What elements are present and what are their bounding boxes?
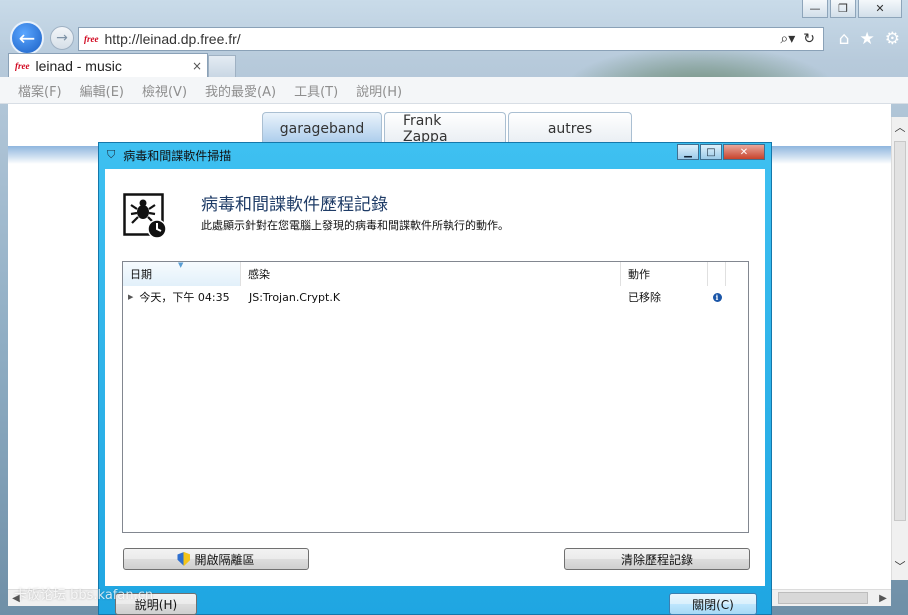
column-filler — [726, 262, 748, 286]
site-tab-autres[interactable]: autres — [508, 112, 632, 144]
page-description: 此處顯示針對在您電腦上發現的病毒和間諜軟件所執行的動作。 — [201, 219, 509, 232]
open-quarantine-label: 開啟隔離區 — [194, 552, 255, 567]
site-tab-frank-zappa[interactable]: Frank Zappa — [384, 112, 506, 145]
address-bar[interactable]: free http://leinad.dp.free.fr/ ⌕▾ ↻ — [78, 27, 824, 51]
chevron-down-icon[interactable]: ﹀ — [892, 558, 908, 574]
chevron-left-icon[interactable]: ◀ — [8, 590, 24, 606]
cell-action: 已移除 — [628, 291, 661, 304]
site-tabs: garageband Frank Zappa autres — [262, 112, 632, 145]
menu-tools[interactable]: 工具(T) — [294, 81, 338, 100]
menu-help[interactable]: 說明(H) — [356, 81, 402, 100]
browser-toolbar-icons: ⌂ ★ ⚙ — [839, 29, 900, 49]
site-favicon: free — [84, 34, 99, 44]
menu-favorites[interactable]: 我的最愛(A) — [205, 81, 276, 100]
dialog-title: 病毒和間諜軟件掃描 — [123, 148, 232, 163]
site-tab-garageband[interactable]: garageband — [262, 112, 382, 144]
browser-tab[interactable]: free leinad - music × — [8, 53, 208, 77]
column-info — [708, 262, 726, 286]
cell-date-text: 今天，下午 04:35 — [139, 291, 230, 304]
expand-arrow-icon[interactable]: ▶ — [128, 293, 133, 301]
column-date-label: 日期 — [130, 268, 152, 281]
sort-arrow-icon: ▼ — [178, 261, 184, 269]
arrow-left-icon: ← — [18, 26, 36, 50]
open-quarantine-button[interactable]: 開啟隔離區 — [123, 548, 309, 570]
forward-button[interactable]: → — [50, 26, 74, 50]
search-icon[interactable]: ⌕▾ — [780, 31, 795, 47]
column-date[interactable]: ▼ 日期 — [123, 261, 241, 286]
page-title: 病毒和間諜軟件歷程記錄 — [201, 195, 388, 215]
virus-scan-dialog: ⛉ 病毒和間諜軟件掃描 ▁ □ ✕ 病毒和間諜軟件歷程記錄 此處顯示針對在您電腦… — [98, 142, 772, 615]
menu-edit[interactable]: 編輯(E) — [80, 81, 124, 100]
cell-date: ▶ 今天，下午 04:35 — [123, 287, 241, 307]
history-table: ▼ 日期 感染 動作 ▶ 今天，下午 04:35 JS:Trojan.Crypt… — [122, 261, 749, 533]
dialog-minimize-button[interactable]: ▁ — [677, 144, 699, 160]
refresh-icon[interactable]: ↻ — [803, 31, 815, 47]
dialog-titlebar: ⛉ 病毒和間諜軟件掃描 — [107, 145, 231, 165]
chevron-up-icon[interactable]: ︿ — [892, 119, 908, 135]
menu-view[interactable]: 檢視(V) — [142, 81, 187, 100]
column-action-label: 動作 — [628, 268, 650, 281]
table-row[interactable]: ▶ 今天，下午 04:35 JS:Trojan.Crypt.K 已移除 i — [123, 287, 748, 307]
new-tab-button[interactable] — [208, 55, 236, 77]
menu-file[interactable]: 檔案(F) — [18, 81, 62, 100]
dialog-maximize-button[interactable]: □ — [700, 144, 722, 160]
help-button[interactable]: 說明(H) — [115, 593, 197, 615]
uac-shield-icon — [177, 552, 191, 566]
shield-icon: ⛉ — [107, 148, 116, 161]
url-text[interactable]: http://leinad.dp.free.fr/ — [105, 31, 781, 47]
virus-history-icon — [123, 193, 167, 239]
chevron-right-icon[interactable]: ▶ — [875, 590, 891, 606]
menu-bar: 檔案(F) 編輯(E) 檢視(V) 我的最愛(A) 工具(T) 說明(H) — [0, 77, 908, 104]
close-button[interactable]: 關閉(C) — [669, 593, 757, 615]
close-tab-icon[interactable]: × — [187, 59, 207, 73]
column-infection-label: 感染 — [248, 268, 270, 281]
info-icon[interactable]: i — [712, 292, 722, 302]
dialog-body: 病毒和間諜軟件歷程記錄 此處顯示針對在您電腦上發現的病毒和間諜軟件所執行的動作。… — [105, 169, 765, 586]
cell-infection: JS:Trojan.Crypt.K — [249, 290, 341, 304]
gear-icon[interactable]: ⚙ — [885, 29, 900, 49]
window-controls: — ❐ ✕ — [802, 0, 902, 18]
browser-tab-strip: free leinad - music × — [8, 53, 236, 77]
arrow-right-icon: → — [56, 30, 68, 46]
column-infection[interactable]: 感染 — [241, 262, 621, 286]
restore-button[interactable]: ❐ — [830, 0, 856, 18]
table-header: ▼ 日期 感染 動作 — [123, 261, 748, 286]
home-icon[interactable]: ⌂ — [839, 29, 850, 49]
vertical-scrollbar[interactable]: ︿ ﹀ — [891, 117, 908, 580]
cell-info: i — [708, 287, 726, 307]
star-icon[interactable]: ★ — [860, 29, 875, 49]
dialog-window-controls: ▁ □ ✕ — [677, 144, 765, 160]
tab-title: leinad - music — [35, 57, 122, 74]
dialog-close-button[interactable]: ✕ — [723, 144, 765, 160]
close-window-button[interactable]: ✕ — [858, 0, 902, 18]
back-button[interactable]: ← — [10, 21, 44, 55]
column-action[interactable]: 動作 — [621, 262, 708, 286]
scroll-thumb[interactable] — [894, 141, 906, 521]
browser-window: — ❐ ✕ ← → free http://leinad.dp.free.fr/… — [0, 0, 908, 615]
tab-favicon: free — [15, 60, 30, 71]
clear-history-button[interactable]: 清除歷程記錄 — [564, 548, 750, 570]
hscroll-thumb[interactable] — [778, 592, 868, 604]
minimize-button[interactable]: — — [802, 0, 828, 18]
